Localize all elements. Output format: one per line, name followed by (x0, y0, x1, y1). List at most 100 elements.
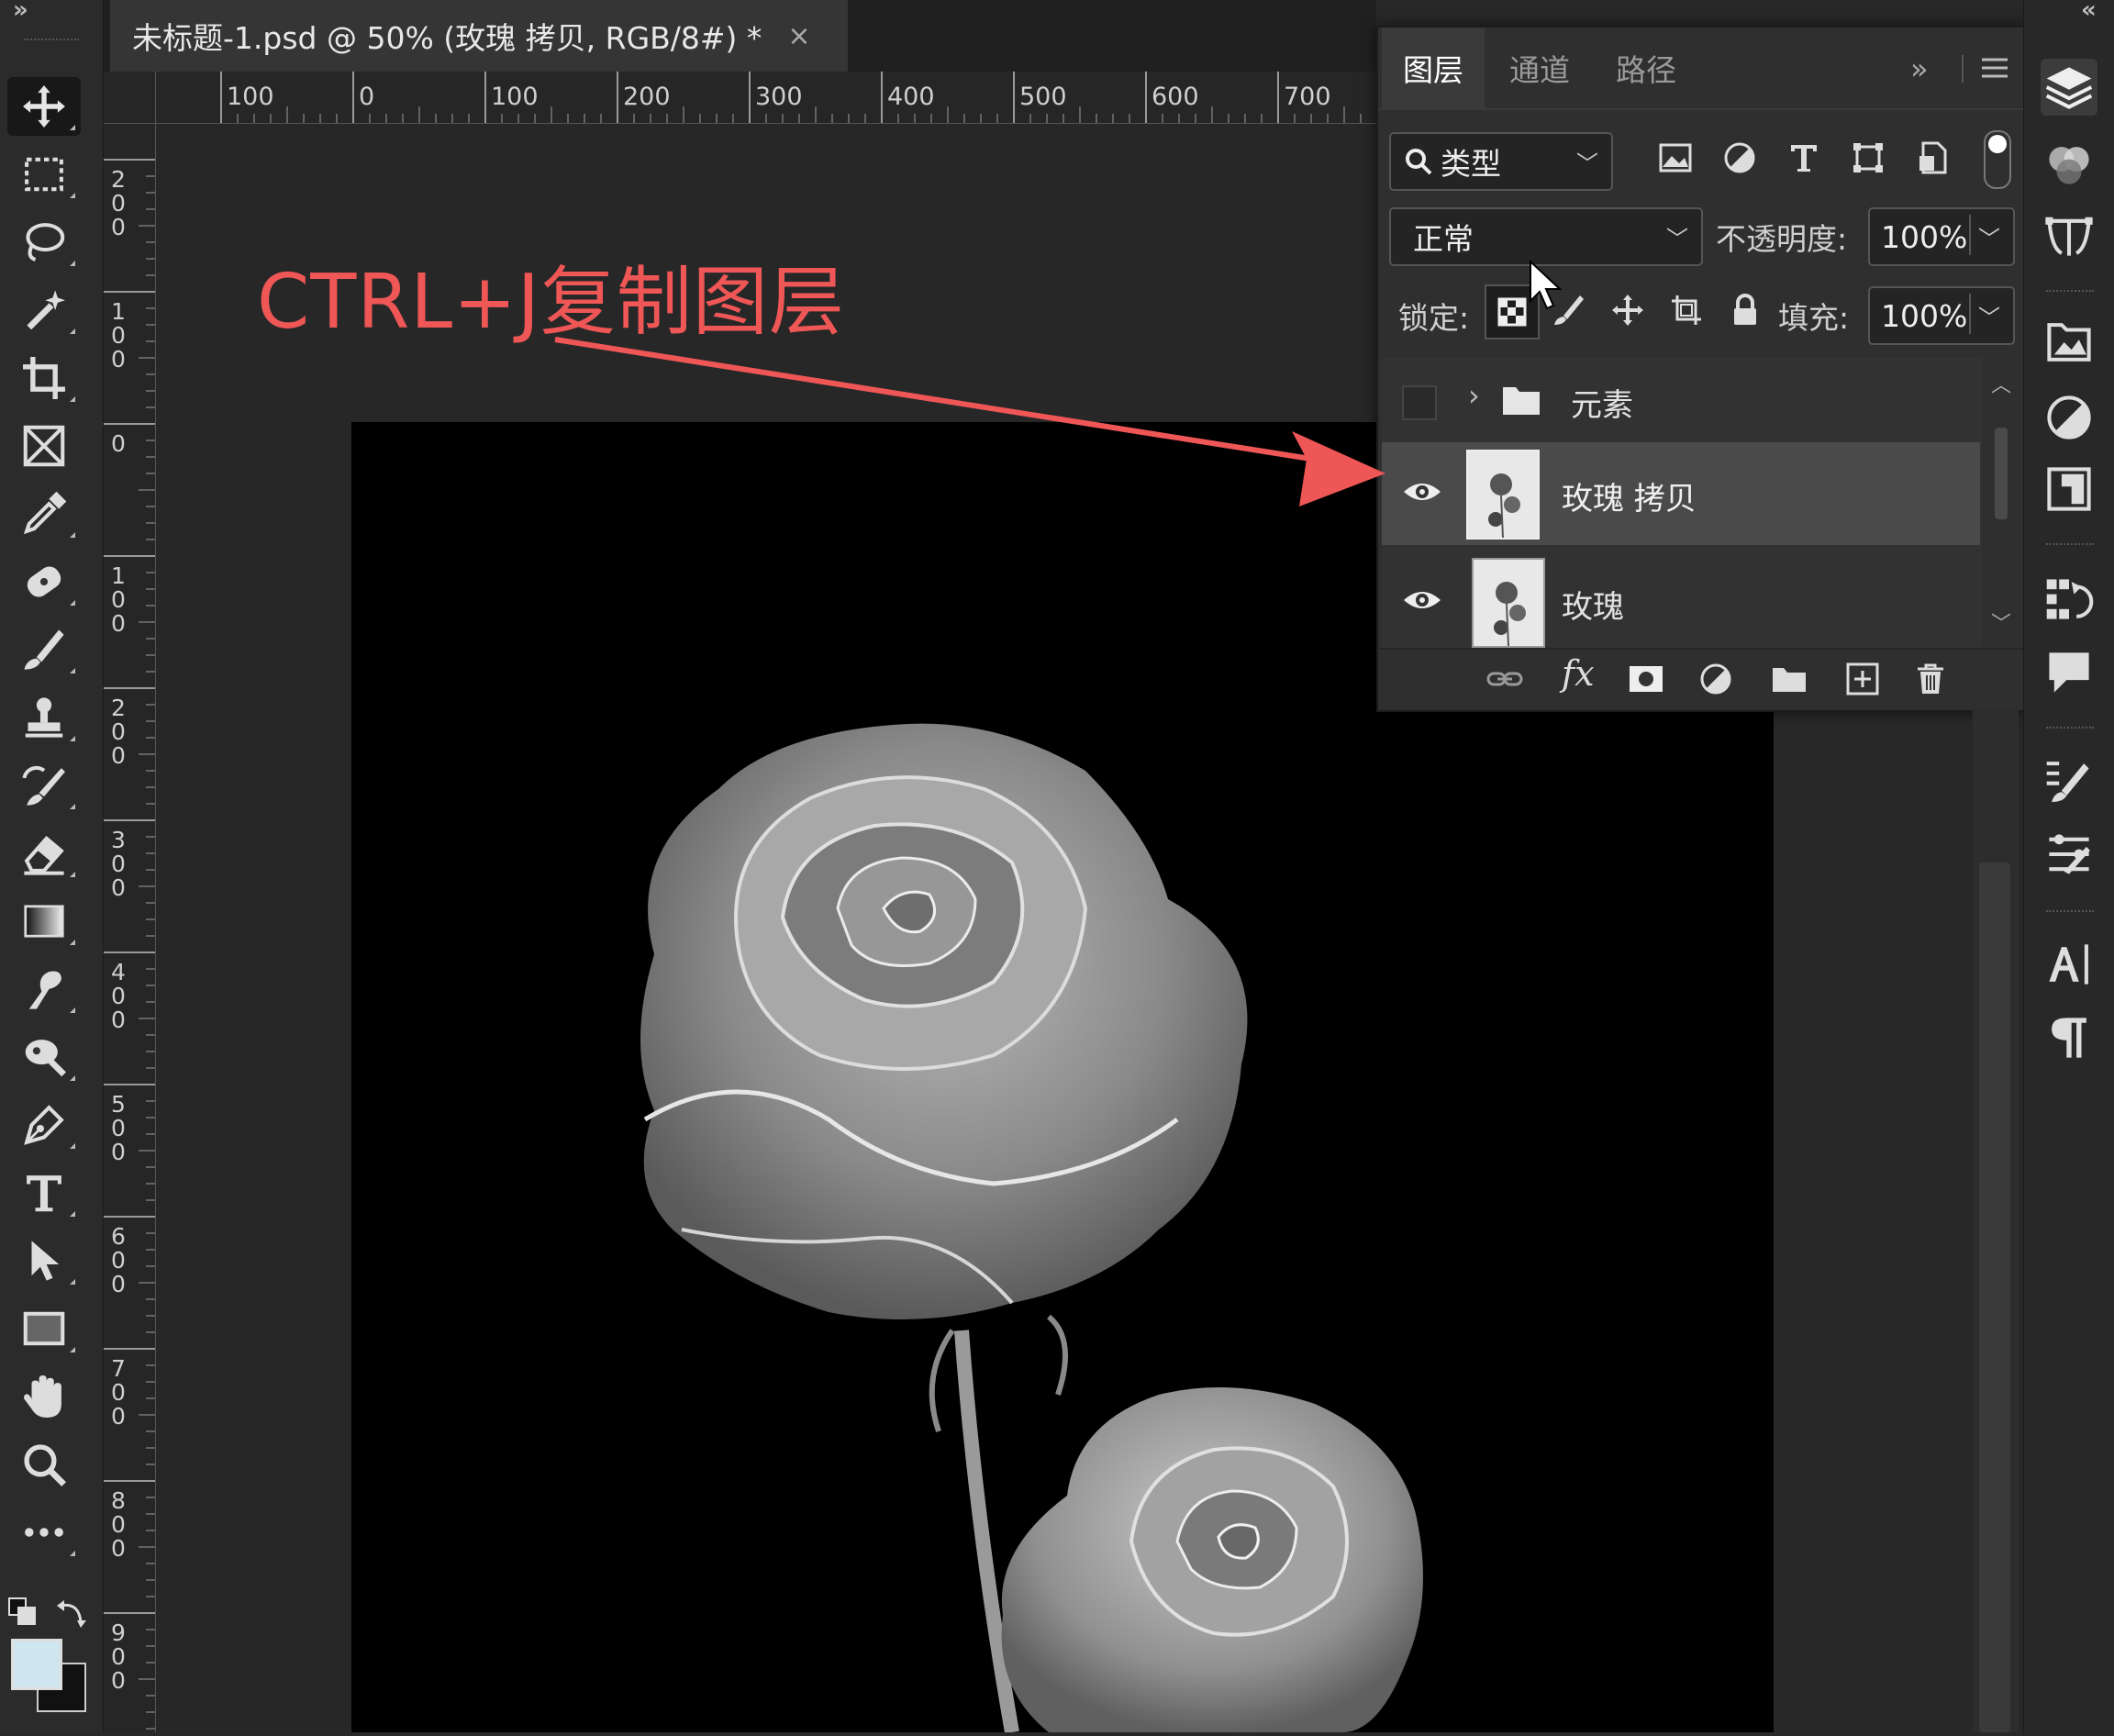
libraries-icon[interactable] (2041, 314, 2097, 371)
pen-tool-button[interactable] (7, 1096, 81, 1154)
close-document-icon[interactable]: × (787, 20, 810, 52)
character-icon[interactable] (2041, 936, 2097, 993)
arrow-cursor-icon (31, 1241, 60, 1281)
history-icon[interactable] (2041, 571, 2097, 628)
brush-tool-button[interactable] (7, 620, 81, 679)
layer-row[interactable]: 玫瑰 (1382, 551, 1980, 648)
tab-layers[interactable]: 图层 (1382, 28, 1485, 108)
layers-panel: 图层 通道 路径 » 类型 ﹀ 正常 ﹀ 不透明度: 100% ﹀ 锁定: 填充… (1376, 26, 2026, 712)
collapse-toolbar-button[interactable]: » (13, 0, 28, 24)
ruler-label: 100 (227, 83, 274, 111)
clone-stamp-tool-button[interactable] (7, 688, 81, 747)
filter-shape-layers-icon[interactable] (1846, 136, 1890, 180)
layer-name: 玫瑰 (1562, 589, 1624, 626)
layer-style-fx-button[interactable]: fx (1562, 653, 1595, 694)
new-adjustment-layer-icon[interactable] (1694, 657, 1738, 701)
eye-icon[interactable] (1402, 584, 1442, 617)
magic-wand-tool-button[interactable] (7, 281, 81, 339)
zoom-tool-button[interactable] (7, 1435, 81, 1494)
tab-channels[interactable]: 通道 (1488, 28, 1591, 108)
lock-all-icon[interactable] (1723, 288, 1767, 332)
fill-input[interactable]: 100% ﹀ (1868, 286, 2015, 345)
collapse-dock-button[interactable]: « (2081, 0, 2097, 24)
ruler-origin[interactable] (104, 72, 156, 124)
brush-settings-icon[interactable] (2041, 752, 2097, 809)
eye-icon[interactable] (1402, 475, 1442, 508)
paragraph-icon[interactable] (2041, 1009, 2097, 1066)
blend-mode-select[interactable]: 正常 ﹀ (1389, 207, 1703, 266)
horizontal-ruler[interactable]: 100 0 100 200 300 400 500 600 700 (104, 72, 1376, 124)
document-tab[interactable]: 未标题-1.psd @ 50% (玫瑰 拷贝, RGB/8#) * × (110, 0, 848, 72)
lock-artboard-icon[interactable] (1664, 288, 1708, 332)
layer-row-group[interactable]: › 元素 (1382, 358, 1980, 437)
eyedropper-icon (23, 491, 67, 535)
canvas-vertical-scrollbar[interactable] (1979, 862, 2010, 1732)
visibility-toggle-off[interactable] (1402, 385, 1437, 420)
eraser-tool-button[interactable] (7, 824, 81, 883)
opacity-input[interactable]: 100% ﹀ (1868, 207, 2015, 266)
chevron-right-icon[interactable]: › (1468, 378, 1480, 413)
panel-expand-button[interactable]: » (1910, 51, 1929, 86)
adjustments-icon[interactable] (2041, 389, 2097, 446)
properties-icon[interactable] (2041, 461, 2097, 517)
left-toolbar: » (0, 0, 104, 1732)
panel-menu-icon[interactable] (1980, 57, 2009, 79)
layer-thumbnail (1472, 558, 1545, 648)
eyedropper-tool-button[interactable] (7, 484, 81, 543)
fill-label: 填充: (1778, 300, 1850, 336)
move-tool-button[interactable] (7, 77, 81, 136)
delete-layer-trash-icon[interactable] (1908, 657, 1953, 701)
dock-grip[interactable] (2046, 910, 2094, 916)
more-tools-button[interactable] (7, 1503, 81, 1562)
channels-icon[interactable] (2041, 136, 2097, 193)
rectangle-tool-button[interactable] (7, 1299, 81, 1358)
layer-row-selected[interactable]: 玫瑰 拷贝 (1382, 442, 1980, 545)
path-selection-tool-button[interactable] (7, 1231, 81, 1290)
filter-adjustment-layers-icon[interactable] (1718, 136, 1762, 180)
frame-tool-button[interactable] (7, 417, 81, 475)
filter-pixel-layers-icon[interactable] (1653, 136, 1697, 180)
type-tool-button[interactable] (7, 1163, 81, 1222)
swap-colors-icon[interactable] (55, 1597, 88, 1630)
comments-icon[interactable] (2041, 644, 2097, 701)
panel-separator (1962, 55, 1964, 83)
layers-icon[interactable] (2041, 59, 2097, 116)
new-layer-icon[interactable] (1841, 657, 1885, 701)
lock-position-icon[interactable] (1606, 288, 1650, 332)
magnifier-icon (24, 1444, 66, 1486)
gradient-tool-button[interactable] (7, 892, 81, 951)
layer-list-scrollbar[interactable]: ︿ ﹀ (1987, 363, 2019, 648)
filter-type-select[interactable]: 类型 ﹀ (1389, 132, 1613, 191)
toolbar-grip[interactable] (24, 39, 79, 44)
dock-grip[interactable] (2046, 543, 2094, 549)
smudge-tool-button[interactable] (7, 960, 81, 1018)
paths-icon[interactable] (2041, 207, 2097, 264)
chevron-down-icon: ﹀ (1978, 226, 2000, 252)
foreground-color-swatch[interactable] (11, 1639, 62, 1690)
brush-presets-icon[interactable] (2041, 826, 2097, 883)
default-colors-icon[interactable] (7, 1597, 40, 1630)
filter-toggle-switch[interactable] (1984, 130, 2011, 189)
lock-label: 锁定: (1398, 300, 1470, 336)
lasso-icon (26, 223, 65, 262)
filter-smart-objects-icon[interactable] (1910, 136, 1954, 180)
fill-value: 100% (1881, 297, 1968, 334)
hand-tool-button[interactable] (7, 1367, 81, 1426)
dock-grip[interactable] (2046, 290, 2094, 295)
add-mask-icon[interactable] (1624, 657, 1668, 701)
ruler-label: 900 (111, 1619, 126, 1694)
layer-name: 元素 (1571, 387, 1633, 424)
new-group-folder-icon[interactable] (1767, 657, 1811, 701)
history-brush-tool-button[interactable] (7, 756, 81, 815)
dock-grip[interactable] (2046, 727, 2094, 732)
filter-type-layers-icon[interactable] (1782, 136, 1826, 180)
rect-marquee-tool-button[interactable] (7, 145, 81, 204)
dodge-tool-button[interactable] (7, 1028, 81, 1086)
crop-tool-button[interactable] (7, 349, 81, 407)
tab-paths[interactable]: 路径 (1595, 28, 1697, 108)
lasso-tool-button[interactable] (7, 213, 81, 272)
vertical-ruler[interactable]: 200 100 0 100 200 300 400 500 600 700 800 900 (104, 123, 156, 1732)
link-layers-icon[interactable] (1483, 657, 1527, 701)
spot-healing-tool-button[interactable] (7, 552, 81, 611)
ruler-label: 100 (111, 298, 126, 373)
